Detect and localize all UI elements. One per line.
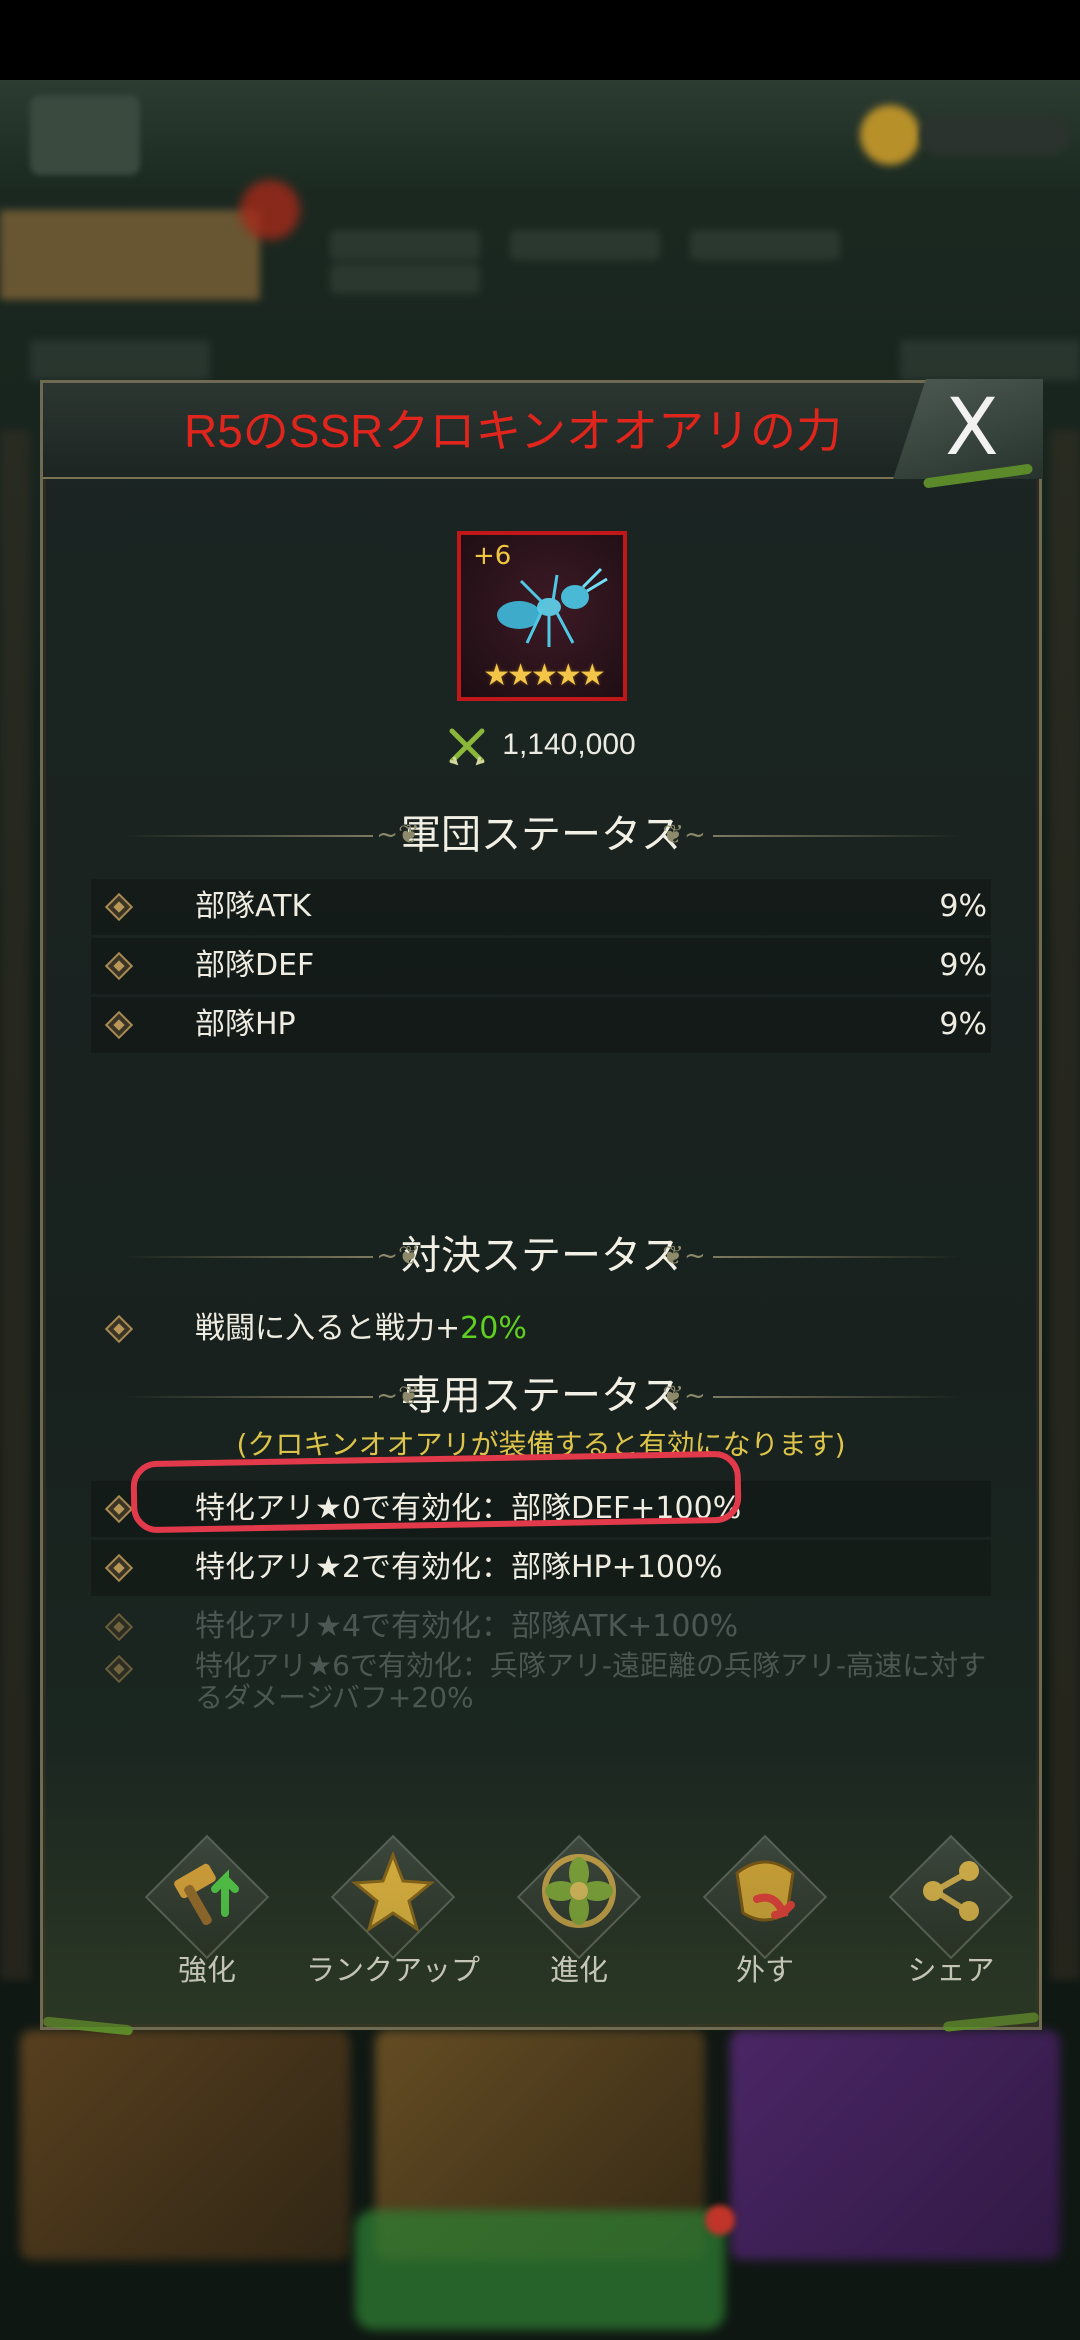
stat-value: 9%: [939, 889, 987, 924]
enhance-label: 強化: [177, 1953, 236, 1987]
dialog-header: R5のSSRクロキンオオアリの力 X: [43, 379, 1043, 489]
army-status-title: 軍団ステータス: [401, 812, 681, 858]
bullet-diamond-icon: [104, 1314, 134, 1344]
evolve-label: 進化: [549, 1953, 608, 1987]
stat-value: 9%: [939, 948, 987, 983]
background-label-right: [900, 340, 1080, 380]
background-tab: [0, 210, 260, 300]
ornament-icon: ~❦: [376, 1241, 420, 1271]
ornament-icon: ❦~: [662, 1381, 706, 1411]
duel-stat-row: 戦闘に入ると戦力+20%: [91, 1301, 991, 1357]
star-icon: [351, 1850, 435, 1933]
dialog-title: R5のSSRクロキンオオアリの力: [183, 405, 842, 457]
bullet-diamond-icon: [104, 1010, 134, 1040]
duel-stat-value: 20%: [460, 1311, 527, 1346]
background-notification-dot: [705, 2205, 735, 2235]
bullet-diamond-icon: [104, 951, 134, 981]
background-card: [730, 2030, 1060, 2260]
evolve-button[interactable]: 進化: [485, 1834, 665, 1993]
background-card: [20, 2030, 350, 2260]
ornament-icon: ❦~: [662, 1241, 706, 1271]
exclusive-status-title: 専用ステータス: [401, 1373, 681, 1419]
power-value: 1,140,000: [502, 727, 636, 761]
background-title: [310, 100, 760, 160]
bullet-diamond-icon: [104, 892, 134, 922]
background-badge: [240, 180, 300, 240]
duel-stat-label: 戦闘に入ると戦力+20%: [195, 1301, 527, 1357]
duel-status-header: ~❦ 対決ステータス ❦~: [43, 1226, 1039, 1286]
rank-up-button[interactable]: ランクアップ: [299, 1834, 480, 1993]
bullet-diamond-icon: [104, 1494, 134, 1524]
background-tabs: [330, 230, 1030, 294]
background-label-left: [30, 340, 210, 380]
flower-emblem-icon: [542, 1854, 616, 1928]
crossed-swords-icon: [449, 728, 485, 766]
exclusive-stat-label: 特化アリ★6で有効化：兵隊アリ-遠距離の兵隊アリ-高速に対す: [195, 1649, 987, 1682]
ornament-icon: ❦~: [662, 820, 706, 850]
army-status-header: ~❦ 軍団ステータス ❦~: [43, 805, 1039, 865]
bullet-diamond-icon: [104, 1612, 134, 1642]
duel-status-title: 対決ステータス: [401, 1233, 681, 1279]
background-green-button: [355, 2210, 725, 2330]
background-side-right: [1050, 430, 1080, 1980]
bullet-diamond-icon: [104, 1553, 134, 1583]
stat-value: 9%: [939, 1007, 987, 1042]
share-button[interactable]: シェア: [857, 1834, 1037, 1993]
duel-stat-prefix: 戦闘に入ると戦力+: [195, 1311, 461, 1346]
background-coin-icon: [860, 105, 920, 165]
status-bar: [0, 0, 1080, 80]
star-rating: ★★★★★: [483, 658, 605, 693]
hammer-upgrade-icon: [174, 1863, 239, 1926]
ornament-icon: ~❦: [376, 820, 420, 850]
unequip-button[interactable]: 外す: [671, 1834, 851, 1993]
annotation-highlight: [130, 1450, 742, 1534]
ant-icon: [497, 567, 608, 647]
action-bar: 強化 ランクアップ 進化 外す シェア: [43, 1834, 1039, 1993]
exclusive-stat-label: 特化アリ★2で有効化：部隊HP+100%: [195, 1550, 723, 1585]
ornament-icon: ~❦: [376, 1381, 420, 1411]
stat-label: 部隊HP: [195, 1007, 296, 1042]
exclusive-stat-row-locked: 特化アリ★6で有効化：兵隊アリ-遠距離の兵隊アリ-高速に対す るダメージバフ+2…: [91, 1651, 991, 1741]
stat-row: 部隊ATK 9%: [91, 879, 991, 935]
unequip-icon: [735, 1860, 795, 1922]
stat-row: 部隊DEF 9%: [91, 938, 991, 994]
enhance-button[interactable]: 強化: [113, 1834, 293, 1993]
exclusive-stat-row: 特化アリ★2で有効化：部隊HP+100%: [91, 1540, 991, 1596]
rank-up-label: ランクアップ: [305, 1953, 480, 1987]
share-label: シェア: [907, 1953, 995, 1987]
vine-decoration: [942, 2012, 1040, 2032]
item-detail-dialog: R5のSSRクロキンオオアリの力 X +6 ★★★★★ 1,140,000 ~❦…: [40, 379, 1043, 2036]
exclusive-stat-row-locked: 特化アリ★4で有効化：部隊ATK+100%: [91, 1599, 991, 1655]
share-icon: [923, 1861, 979, 1921]
exclusive-status-header: ~❦ 専用ステータス ❦~: [43, 1366, 1039, 1426]
stat-label: 部隊ATK: [195, 889, 312, 924]
stat-row: 部隊HP 9%: [91, 997, 991, 1053]
bullet-diamond-icon: [104, 1654, 134, 1684]
exclusive-stat-label-continued: るダメージバフ+20%: [195, 1681, 474, 1714]
item-portrait[interactable]: +6 ★★★★★: [457, 531, 627, 701]
stat-label: 部隊DEF: [195, 948, 315, 983]
power-display: 1,140,000: [43, 725, 1039, 767]
background-back-button: [30, 95, 140, 175]
close-icon: X: [945, 383, 999, 473]
exclusive-stat-label: 特化アリ★4で有効化：部隊ATK+100%: [195, 1609, 739, 1644]
unequip-label: 外す: [735, 1953, 794, 1987]
background-currency: [920, 115, 1070, 155]
background-side-left: [0, 430, 30, 1980]
